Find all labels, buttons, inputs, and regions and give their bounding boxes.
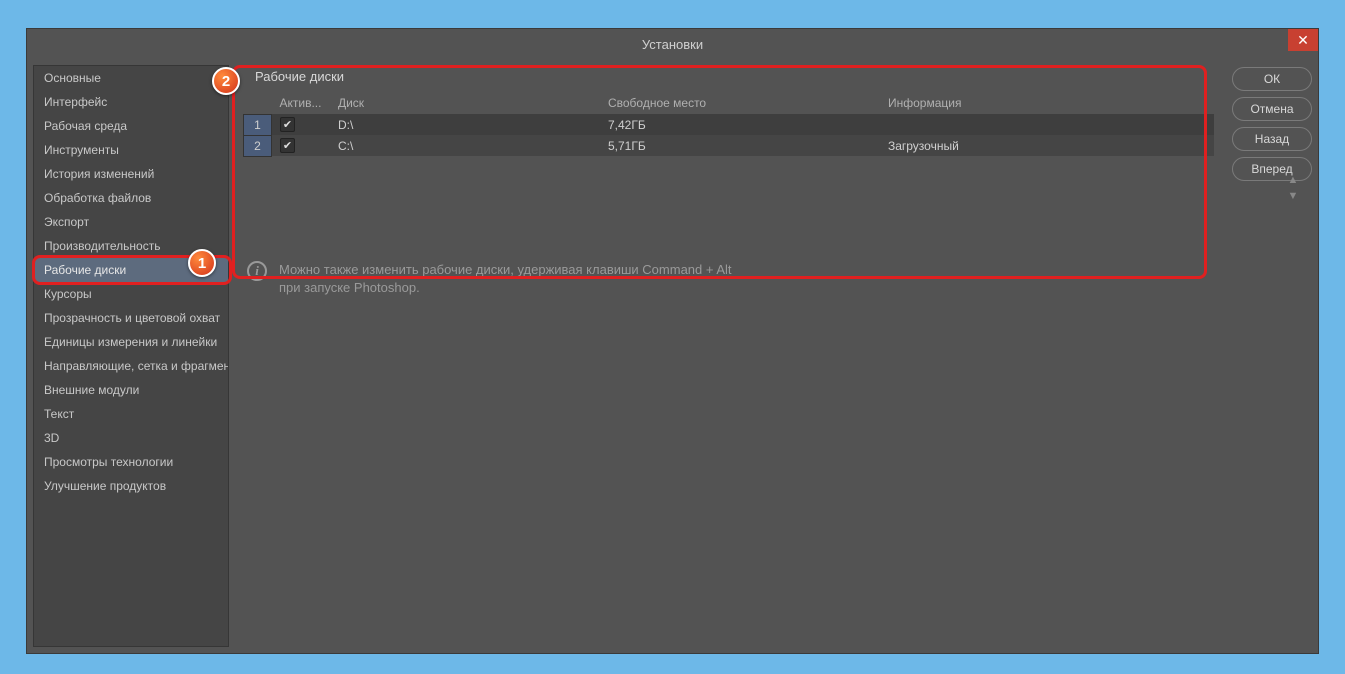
scratch-disks-table: Актив... Диск Свободное место Информация… [243, 92, 1214, 157]
sidebar-item-interface[interactable]: Интерфейс [34, 90, 228, 114]
col-free: Свободное место [600, 92, 880, 114]
preferences-dialog: Установки ✕ Основные Интерфейс Рабочая с… [26, 28, 1319, 654]
window-title: Установки [642, 37, 703, 52]
dialog-buttons: ОК Отмена Назад Вперед [1232, 65, 1312, 647]
sidebar-item-transparency[interactable]: Прозрачность и цветовой охват [34, 306, 228, 330]
col-active: Актив... [272, 92, 330, 114]
sidebar-item-product-improve[interactable]: Улучшение продуктов [34, 474, 228, 498]
cancel-button[interactable]: Отмена [1232, 97, 1312, 121]
sidebar-item-performance[interactable]: Производительность [34, 234, 228, 258]
sidebar-item-export[interactable]: Экспорт [34, 210, 228, 234]
sidebar-item-3d[interactable]: 3D [34, 426, 228, 450]
row-number: 1 [244, 114, 272, 135]
sidebar-item-general[interactable]: Основные [34, 66, 228, 90]
content-panel: Рабочие диски Актив... Диск Свободное ме… [235, 65, 1222, 647]
ok-button[interactable]: ОК [1232, 67, 1312, 91]
disk-cell: D:\ [330, 114, 600, 135]
table-row[interactable]: 1 ✔ D:\ 7,42ГБ [244, 114, 1214, 135]
move-up-button[interactable]: ▲ [1286, 173, 1300, 187]
panel-title: Рабочие диски [235, 65, 1222, 92]
row-number: 2 [244, 135, 272, 156]
free-cell: 7,42ГБ [600, 114, 880, 135]
sidebar-item-plugins[interactable]: Внешние модули [34, 378, 228, 402]
sidebar-item-filehandling[interactable]: Обработка файлов [34, 186, 228, 210]
category-sidebar: Основные Интерфейс Рабочая среда Инструм… [33, 65, 229, 647]
next-button[interactable]: Вперед [1232, 157, 1312, 181]
sidebar-item-workspace[interactable]: Рабочая среда [34, 114, 228, 138]
info-icon: i [247, 261, 267, 281]
sidebar-item-techpreview[interactable]: Просмотры технологии [34, 450, 228, 474]
close-icon: ✕ [1297, 32, 1309, 49]
close-button[interactable]: ✕ [1288, 29, 1318, 51]
sidebar-item-type[interactable]: Текст [34, 402, 228, 426]
prev-button[interactable]: Назад [1232, 127, 1312, 151]
sidebar-item-history[interactable]: История изменений [34, 162, 228, 186]
info-hint: i Можно также изменить рабочие диски, уд… [235, 245, 1222, 313]
move-down-button[interactable]: ▼ [1286, 189, 1300, 203]
disk-cell: C:\ [330, 135, 600, 156]
hint-line1: Можно также изменить рабочие диски, удер… [279, 262, 732, 277]
col-info: Информация [880, 92, 1214, 114]
sidebar-item-units[interactable]: Единицы измерения и линейки [34, 330, 228, 354]
active-checkbox[interactable]: ✔ [280, 117, 295, 132]
hint-line2: при запуске Photoshop. [279, 280, 420, 295]
sidebar-item-tools[interactable]: Инструменты [34, 138, 228, 162]
table-row[interactable]: 2 ✔ C:\ 5,71ГБ Загрузочный [244, 135, 1214, 156]
free-cell: 5,71ГБ [600, 135, 880, 156]
titlebar: Установки ✕ [27, 29, 1318, 59]
col-disk: Диск [330, 92, 600, 114]
info-cell: Загрузочный [880, 135, 1214, 156]
sidebar-item-cursors[interactable]: Курсоры [34, 282, 228, 306]
sidebar-item-guides[interactable]: Направляющие, сетка и фрагменты [34, 354, 228, 378]
active-checkbox[interactable]: ✔ [280, 138, 295, 153]
info-cell [880, 114, 1214, 135]
sidebar-item-scratchdisks[interactable]: Рабочие диски [34, 258, 228, 282]
